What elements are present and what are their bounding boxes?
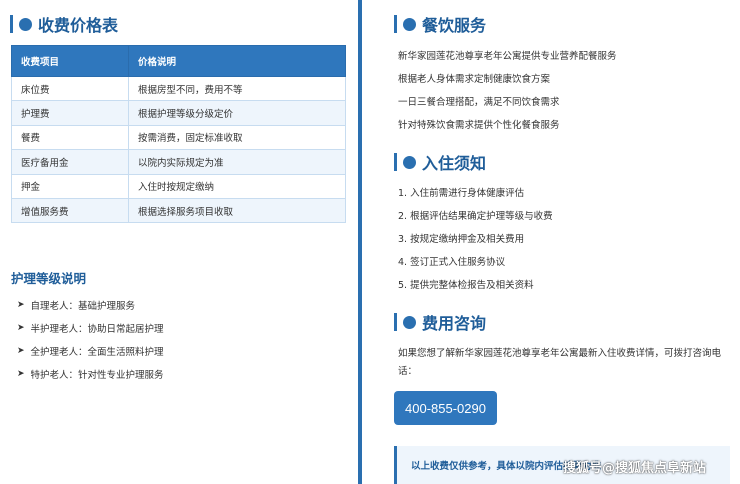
left-panel: 收费价格表 收费项目 价格说明 床位费 根据房型不同，费用不等 护理费 根据护理… <box>0 0 358 484</box>
list-item: ➤ 半护理老人：协助日常起居护理 <box>17 316 164 339</box>
admission-line: 4. 签订正式入住服务协议 <box>398 257 506 268</box>
list-item: ➤ 自理老人：基础护理服务 <box>17 293 164 316</box>
catering-line: 根据老人身体需求定制健康饮食方案 <box>398 74 551 85</box>
price-table-title: 收费价格表 <box>38 16 119 35</box>
arrow-right-icon: ➤ <box>17 368 25 379</box>
table-row: 医疗备用金 以院内实际规定为准 <box>11 149 346 175</box>
catering-title: 餐饮服务 <box>422 16 487 35</box>
table-row: 床位费 根据房型不同，费用不等 <box>11 75 346 102</box>
table-cell-desc: 入住时按规定缴纳 <box>128 173 346 199</box>
list-item: ➤ 特护老人：针对性专业护理服务 <box>17 362 164 385</box>
heading-dot-icon <box>403 315 416 329</box>
phone-button[interactable]: 400-855-0290 <box>394 391 497 425</box>
admission-line: 1. 入住前需进行身体健康评估 <box>398 188 525 199</box>
admission-line: 2. 根据评估结果确定护理等级与收费 <box>398 211 553 222</box>
heading-bar-icon <box>394 313 397 331</box>
column-gap <box>362 0 374 484</box>
care-levels-list: ➤ 自理老人：基础护理服务 ➤ 半护理老人：协助日常起居护理 ➤ 全护理老人：全面生活… <box>17 293 164 385</box>
heading-dot-icon <box>403 155 416 169</box>
table-header-item: 收费项目 <box>11 45 129 77</box>
admission-title: 入住须知 <box>422 154 487 173</box>
catering-line: 一日三餐合理搭配，满足不同饮食需求 <box>398 97 560 108</box>
list-item-text: 特护老人：针对性专业护理服务 <box>30 369 164 381</box>
consult-heading: 费用咨询 <box>394 310 486 334</box>
arrow-right-icon: ➤ <box>17 299 25 310</box>
table-cell-item: 增值服务费 <box>11 197 129 224</box>
table-cell-item: 押金 <box>11 173 129 199</box>
list-item-text: 全护理老人：全面生活照料护理 <box>30 346 164 358</box>
table-cell-desc: 根据房型不同，费用不等 <box>128 75 346 102</box>
table-cell-item: 医疗备用金 <box>11 149 129 175</box>
watermark-text: 搜狐号@搜狐焦点阜新站 <box>563 461 707 476</box>
catering-line: 针对特殊饮食需求提供个性化餐食服务 <box>398 120 560 131</box>
right-panel: 餐饮服务 新华家园莲花池尊享老年公寓提供专业营养配餐服务 根据老人身体需求定制健… <box>374 0 740 484</box>
consult-title: 费用咨询 <box>422 314 487 333</box>
admission-line: 3. 按规定缴纳押金及相关费用 <box>398 234 525 245</box>
list-item-text: 自理老人：基础护理服务 <box>30 300 136 312</box>
table-cell-desc: 根据护理等级分级定价 <box>128 100 346 126</box>
list-item: ➤ 全护理老人：全面生活照料护理 <box>17 339 164 362</box>
consult-description: 如果您想了解新华家园莲花池尊享老年公寓最新入住收费详情，可拨打咨询电话： <box>398 348 722 377</box>
table-cell-desc: 以院内实际规定为准 <box>128 149 346 175</box>
table-cell-desc: 按需消费，固定标准收取 <box>128 124 346 151</box>
table-cell-item: 餐费 <box>11 124 129 151</box>
admission-heading: 入住须知 <box>394 150 486 174</box>
table-row: 餐费 按需消费，固定标准收取 <box>11 124 346 151</box>
heading-bar-icon <box>10 15 13 33</box>
table-row: 护理费 根据护理等级分级定价 <box>11 100 346 126</box>
table-header-row: 收费项目 价格说明 <box>11 45 346 77</box>
catering-line: 新华家园莲花池尊享老年公寓提供专业营养配餐服务 <box>398 51 617 62</box>
heading-bar-icon <box>394 15 397 33</box>
table-cell-desc: 根据选择服务项目收取 <box>128 197 346 224</box>
list-item-text: 半护理老人：协助日常起居护理 <box>30 323 164 335</box>
admission-line: 5. 提供完整体检报告及相关资料 <box>398 280 534 291</box>
heading-bar-icon <box>394 153 397 171</box>
heading-dot-icon <box>403 17 416 31</box>
arrow-right-icon: ➤ <box>17 345 25 356</box>
table-cell-item: 护理费 <box>11 100 129 126</box>
catering-heading: 餐饮服务 <box>394 12 486 36</box>
table-cell-item: 床位费 <box>11 75 129 102</box>
price-table: 收费项目 价格说明 床位费 根据房型不同，费用不等 护理费 根据护理等级分级定价… <box>11 45 346 224</box>
heading-dot-icon <box>19 17 32 31</box>
table-row: 押金 入住时按规定缴纳 <box>11 173 346 199</box>
arrow-right-icon: ➤ <box>17 322 25 333</box>
table-row: 增值服务费 根据选择服务项目收取 <box>11 197 346 224</box>
care-levels-title: 护理等级说明 <box>11 271 87 286</box>
table-header-desc: 价格说明 <box>128 45 346 77</box>
price-table-heading: 收费价格表 <box>10 12 118 36</box>
